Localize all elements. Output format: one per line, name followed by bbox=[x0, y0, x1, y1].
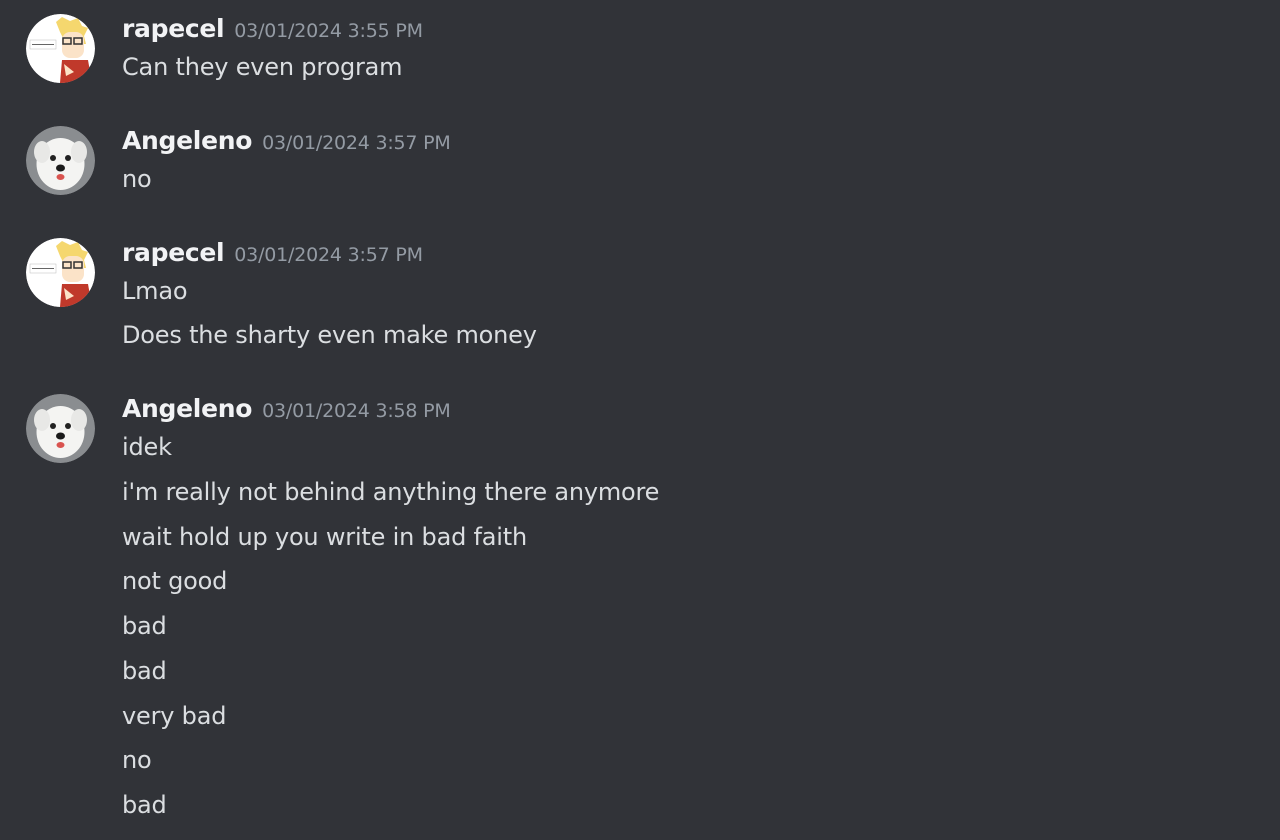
username[interactable]: rapecel bbox=[122, 238, 225, 267]
message-text: not good bbox=[122, 567, 228, 595]
white-dog-avatar[interactable] bbox=[26, 394, 95, 463]
username[interactable]: Angeleno bbox=[122, 126, 252, 155]
username[interactable]: rapecel bbox=[122, 14, 225, 43]
timestamp: 03/01/2024 3:55 PM bbox=[234, 20, 423, 42]
username[interactable]: Angeleno bbox=[122, 394, 252, 423]
message-text: i'm really not behind anything there any… bbox=[122, 478, 660, 506]
message-text: bad bbox=[122, 657, 167, 685]
message-text: very bad bbox=[122, 702, 227, 730]
message-text: Lmao bbox=[122, 277, 188, 305]
message-text: no bbox=[122, 746, 152, 774]
message-header: Angeleno 03/01/2024 3:58 PM bbox=[122, 394, 451, 426]
message-header: rapecel 03/01/2024 3:55 PM bbox=[122, 14, 423, 46]
white-dog-avatar[interactable] bbox=[26, 126, 95, 195]
message-text: no bbox=[122, 165, 152, 193]
timestamp: 03/01/2024 3:57 PM bbox=[262, 132, 451, 154]
message-header: rapecel 03/01/2024 3:57 PM bbox=[122, 238, 423, 270]
message-text: bad bbox=[122, 612, 167, 640]
chat-message-list: rapecel 03/01/2024 3:55 PM Can they even … bbox=[0, 0, 1280, 840]
message-text: bad bbox=[122, 791, 167, 819]
timestamp: 03/01/2024 3:58 PM bbox=[262, 400, 451, 422]
message-text: idek bbox=[122, 433, 172, 461]
message-text: Does the sharty even make money bbox=[122, 321, 537, 349]
message-text: Can they even program bbox=[122, 53, 403, 81]
message-header: Angeleno 03/01/2024 3:57 PM bbox=[122, 126, 451, 158]
message-text: wait hold up you write in bad faith bbox=[122, 523, 527, 551]
timestamp: 03/01/2024 3:57 PM bbox=[234, 244, 423, 266]
anime-character-avatar[interactable] bbox=[26, 238, 95, 307]
anime-character-avatar[interactable] bbox=[26, 14, 95, 83]
